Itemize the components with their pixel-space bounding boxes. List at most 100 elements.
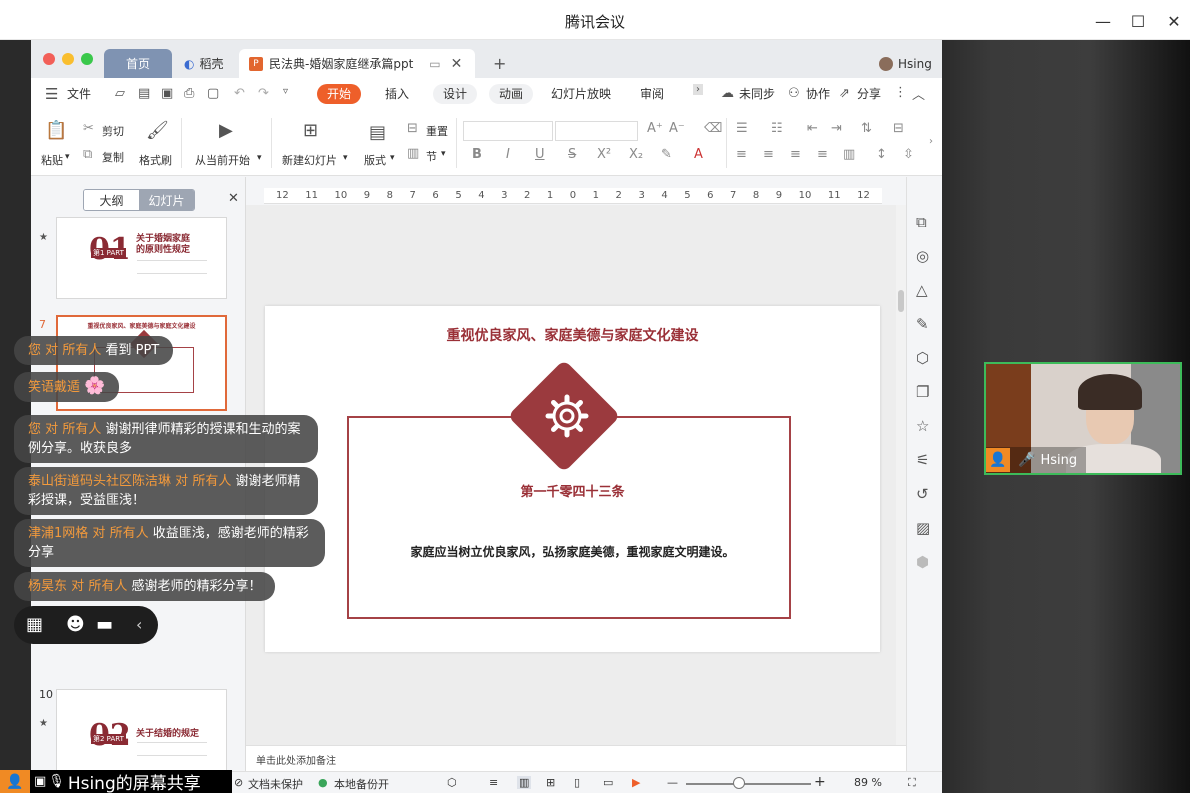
close-panel-icon[interactable]: ✕ (228, 191, 239, 206)
paste-icon[interactable]: 📋 (45, 120, 67, 141)
numbered-list-icon[interactable]: ☷ (771, 121, 783, 136)
copy-button[interactable]: 复制 (102, 149, 124, 165)
user-account[interactable]: Hsing (869, 49, 942, 78)
mac-minimize-icon[interactable] (62, 53, 74, 65)
emoji-icon[interactable]: ☻ (66, 614, 85, 635)
mac-zoom-icon[interactable] (81, 53, 93, 65)
image-icon[interactable]: ▨ (916, 519, 930, 537)
cube-icon[interactable]: ⬡ (447, 776, 457, 789)
notes-field[interactable]: 单击此处添加备注 (246, 745, 906, 771)
collapse-ribbon-icon[interactable]: ︿ (912, 84, 925, 103)
edit-icon[interactable]: ✎ (916, 315, 929, 333)
vertical-scrollbar[interactable] (896, 205, 906, 745)
outdent-icon[interactable]: ⇤ (807, 121, 818, 136)
normal-view-icon[interactable]: ▥ (517, 776, 532, 789)
hexagon-icon[interactable]: ⬡ (916, 349, 929, 367)
sync-status[interactable]: 未同步 (729, 84, 785, 104)
clear-format-icon[interactable]: ⌫ (704, 121, 722, 136)
close-icon[interactable]: ✕ (1163, 10, 1185, 32)
font-color-icon[interactable]: A (694, 147, 703, 162)
decrease-font-icon[interactable]: A⁻ (669, 121, 685, 136)
play-icon[interactable]: ▶ (632, 776, 640, 789)
play-from-current-button[interactable]: 从当前开始 (195, 152, 250, 168)
doc-protection-status[interactable]: 文档未保护 (248, 776, 303, 792)
align-center-icon[interactable]: ≡ (763, 147, 774, 162)
settings-sliders-icon[interactable]: ⚟ (916, 451, 929, 469)
section-button[interactable]: 节 (426, 148, 437, 164)
tab-daoke[interactable]: ◐ 稻壳 (174, 49, 239, 78)
save-icon[interactable]: ▤ (138, 86, 150, 101)
window-icon[interactable]: ▭ (429, 57, 440, 71)
underline-icon[interactable]: U (535, 147, 545, 162)
menu-file[interactable]: 文件 (57, 84, 101, 104)
font-family-select[interactable] (463, 121, 553, 141)
quick-access-dropdown-icon[interactable]: ▿ (283, 86, 288, 97)
new-slide-dropdown-icon[interactable]: ▾ (343, 153, 348, 163)
sorter-view-icon[interactable]: ⊞ (546, 776, 555, 789)
align-right-icon[interactable]: ≡ (790, 147, 801, 162)
paste-dropdown-icon[interactable]: ▾ (65, 152, 70, 162)
menu-start[interactable]: 开始 (317, 84, 362, 104)
reading-view-icon[interactable]: ▯ (574, 776, 580, 789)
cube-icon[interactable]: ⬢ (916, 553, 929, 571)
redo-icon[interactable]: ↷ (258, 86, 269, 101)
slide-thumbnail[interactable]: 01 第1 PART 关于婚姻家庭的原则性规定 (56, 217, 227, 299)
zoom-out-icon[interactable]: — (667, 776, 678, 789)
line-spacing-icon[interactable]: ↕ (876, 147, 887, 162)
open-folder-icon[interactable]: ▱ (115, 86, 125, 101)
format-painter-button[interactable]: 格式刷 (139, 152, 172, 168)
shapes-icon[interactable]: ◎ (916, 247, 929, 265)
align-left-icon[interactable]: ≡ (736, 147, 747, 162)
history-icon[interactable]: ↺ (916, 485, 929, 503)
bullet-list-icon[interactable]: ☰ (736, 121, 748, 136)
notes-toggle-icon[interactable]: ≡ (489, 776, 498, 789)
tab-close-icon[interactable]: ✕ (451, 56, 463, 72)
subscript-icon[interactable]: X₂ (629, 147, 643, 162)
collab-button[interactable]: 协作 (796, 84, 840, 104)
strikethrough-icon[interactable]: S (568, 147, 576, 162)
cut-button[interactable]: 剪切 (102, 123, 124, 139)
columns-icon[interactable]: ⊟ (893, 121, 904, 136)
chat-bubble-icon[interactable]: ▬ (96, 614, 113, 635)
minimize-icon[interactable]: — (1092, 10, 1114, 32)
share-button[interactable]: 分享 (847, 84, 891, 104)
menu-review[interactable]: 审阅 (630, 84, 674, 104)
slide-thumbnail[interactable]: 02 第2 PART 关于结婚的规定 (56, 689, 227, 781)
menu-design[interactable]: 设计 (433, 84, 478, 104)
play-dropdown-icon[interactable]: ▾ (257, 153, 262, 163)
present-view-icon[interactable]: ▭ (603, 776, 613, 789)
maximize-icon[interactable]: ☐ (1127, 10, 1149, 32)
layout-dropdown-icon[interactable]: ▾ (390, 153, 395, 163)
zoom-level[interactable]: 89 % (854, 776, 882, 789)
mac-close-icon[interactable] (43, 53, 55, 65)
menu-insert[interactable]: 插入 (375, 84, 419, 104)
preview-icon[interactable]: ▢ (207, 86, 219, 101)
fill-icon[interactable]: △ (916, 281, 928, 299)
undo-icon[interactable]: ↶ (234, 86, 245, 101)
more-icon[interactable]: ⋮ (894, 85, 907, 100)
highlight-icon[interactable]: ✎ (661, 147, 672, 162)
tab-document[interactable]: P 民法典-婚姻家庭继承篇ppt ▭ ✕ (239, 49, 475, 78)
print-icon[interactable]: ⎙ (184, 86, 194, 101)
italic-icon[interactable]: I (506, 147, 510, 162)
reset-button[interactable]: 重置 (426, 123, 448, 139)
text-direction-icon[interactable]: ⇳ (903, 147, 914, 162)
outline-tab[interactable]: 大纲 (84, 190, 139, 210)
increase-font-icon[interactable]: A⁺ (647, 121, 663, 136)
ribbon-scroll-icon[interactable]: › (929, 136, 933, 147)
distribute-icon[interactable]: ▥ (843, 147, 855, 162)
font-size-select[interactable] (555, 121, 638, 141)
copy-slide-icon[interactable]: ❐ (916, 383, 929, 401)
fit-window-icon[interactable]: ⛶ (908, 776, 916, 790)
comment-icon[interactable]: ⧉ (916, 213, 927, 231)
zoom-in-icon[interactable]: + (814, 774, 826, 790)
apps-grid-icon[interactable]: ▦ (26, 614, 43, 635)
collapse-chevron-icon[interactable]: ‹ (136, 615, 142, 634)
indent-icon[interactable]: ⇥ (831, 121, 842, 136)
sort-icon[interactable]: ⇅ (861, 121, 872, 136)
pin-icon[interactable]: ☆ (916, 417, 929, 435)
paste-button[interactable]: 粘贴 (41, 152, 63, 168)
justify-icon[interactable]: ≡ (817, 147, 828, 162)
zoom-slider-handle[interactable] (733, 777, 745, 789)
local-backup-status[interactable]: 本地备份开 (334, 776, 389, 792)
